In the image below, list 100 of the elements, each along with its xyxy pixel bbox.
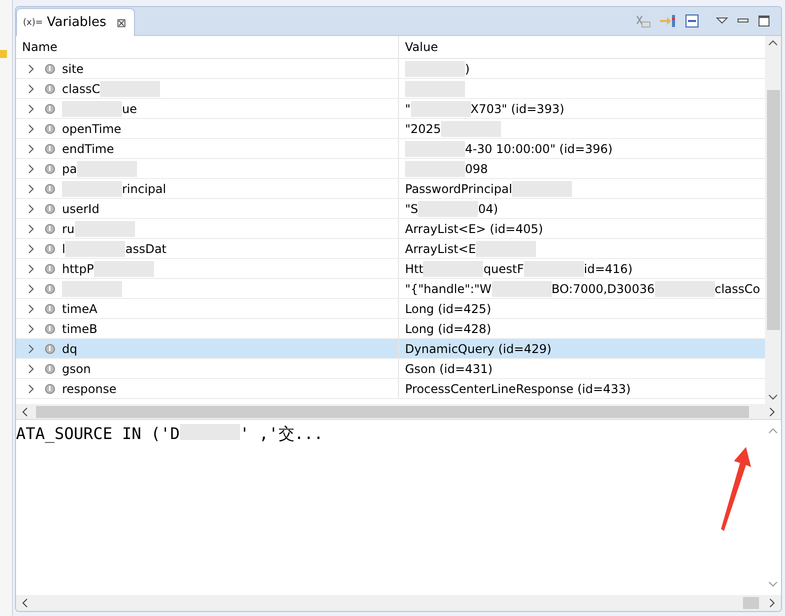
field-icon [44, 102, 56, 114]
scroll-right-icon[interactable] [767, 406, 777, 418]
vertical-scrollbar[interactable] [765, 36, 781, 404]
variable-value: DynamicQuery (id=429) [405, 342, 552, 356]
expand-icon[interactable] [26, 322, 36, 334]
variable-value: ) [465, 62, 470, 76]
variable-row[interactable]: userId "S 04) [16, 199, 765, 219]
field-icon [44, 362, 56, 374]
variable-row[interactable]: classC [16, 79, 765, 99]
variable-row[interactable]: dq DynamicQuery (id=429) [16, 339, 765, 359]
marker-icon [0, 50, 7, 58]
field-icon [44, 322, 56, 334]
variable-row[interactable]: "{"handle":"W BO:7000,D30036 classCo [16, 279, 765, 299]
variable-row[interactable]: response ProcessCenterLineResponse (id=433) [16, 379, 765, 399]
variable-value: Long (id=425) [405, 302, 492, 316]
expand-icon[interactable] [26, 202, 36, 214]
variable-row[interactable]: openTime "2025 [16, 119, 765, 139]
tab-title: Variables [46, 15, 106, 30]
scroll-left-icon[interactable] [20, 406, 30, 418]
variable-row[interactable]: l assDat ArrayList<E [16, 239, 765, 259]
variable-value: classCo [714, 282, 760, 296]
variable-row[interactable]: pa 098 [16, 159, 765, 179]
variable-value: BO:7000,D30036 [552, 282, 655, 296]
horizontal-scrollbar[interactable] [16, 595, 781, 611]
variable-value: ArrayList<E [405, 242, 476, 256]
field-icon [44, 262, 56, 274]
scroll-right-icon[interactable] [767, 597, 777, 609]
scrollbar-thumb[interactable] [743, 597, 759, 609]
expand-icon[interactable] [26, 302, 36, 314]
redaction-blur [405, 60, 465, 76]
variable-value: "S [405, 202, 418, 216]
view-tab[interactable]: (x)= Variables ⊠ [16, 8, 136, 36]
field-icon [44, 242, 56, 254]
variable-name: timeB [62, 322, 98, 336]
variable-name: gson [62, 362, 91, 376]
variable-row[interactable]: timeA Long (id=425) [16, 299, 765, 319]
expand-icon[interactable] [26, 262, 36, 274]
variable-row[interactable]: site ) [16, 59, 765, 79]
field-icon [44, 222, 56, 234]
scroll-left-icon[interactable] [20, 597, 30, 609]
expand-icon[interactable] [26, 122, 36, 134]
variable-value: ProcessCenterLineResponse (id=433) [405, 382, 631, 396]
variable-name: dq [62, 342, 78, 356]
variable-row[interactable]: ue " X703" (id=393) [16, 99, 765, 119]
expand-icon[interactable] [26, 142, 36, 154]
variable-name: openTime [62, 122, 122, 136]
detail-text: ATA_SOURCE IN ('D [16, 424, 180, 443]
variable-row[interactable]: gson Gson (id=431) [16, 359, 765, 379]
variable-name: userId [62, 202, 100, 216]
variable-name: timeA [62, 302, 98, 316]
expand-icon[interactable] [26, 342, 36, 354]
horizontal-scrollbar[interactable] [16, 404, 781, 419]
column-header[interactable]: Value [399, 36, 765, 58]
expand-icon[interactable] [26, 102, 36, 114]
variable-name: classC [62, 82, 100, 96]
maximize-icon[interactable] [757, 14, 771, 28]
variable-name: site [62, 62, 84, 76]
variable-name: endTime [62, 142, 114, 156]
arrow-icon[interactable] [659, 13, 677, 29]
expand-icon[interactable] [26, 362, 36, 374]
field-icon [44, 182, 56, 194]
expand-icon[interactable] [26, 282, 36, 294]
variable-name: rincipal [122, 182, 166, 196]
variable-value: ArrayList<E> (id=405) [405, 222, 544, 236]
expand-icon[interactable] [26, 62, 36, 74]
variable-name: assDat [125, 242, 166, 256]
expand-icon[interactable] [26, 82, 36, 94]
variable-name: ue [122, 102, 137, 116]
variable-value: Htt [405, 262, 424, 276]
close-icon[interactable]: ⊠ [116, 16, 126, 30]
variables-icon: (x)= [23, 18, 43, 28]
variable-value: id=416) [584, 262, 632, 276]
variable-value: "2025 [405, 122, 442, 136]
collapse-icon[interactable] [684, 13, 700, 29]
variable-value: questF [483, 262, 524, 276]
expand-icon[interactable] [26, 382, 36, 394]
variable-name: pa [62, 162, 77, 176]
variable-value: 4-30 10:00:00" (id=396) [465, 142, 613, 156]
expand-icon[interactable] [26, 222, 36, 234]
variable-name: ru [62, 222, 75, 236]
expand-icon[interactable] [26, 162, 36, 174]
detail-text: ' ,'交... [240, 424, 324, 445]
variable-value: 04) [478, 202, 498, 216]
variable-name: httpP [62, 262, 94, 276]
expand-icon[interactable] [26, 182, 36, 194]
field-icon [44, 82, 56, 94]
variable-value: "{"handle":"W [405, 282, 492, 296]
field-icon [44, 342, 56, 354]
column-header[interactable]: Name [16, 36, 399, 58]
variable-value: PasswordPrincipal [405, 182, 512, 196]
field-icon [44, 382, 56, 394]
variable-name: l [62, 242, 66, 256]
variable-row[interactable]: ru ArrayList<E> (id=405) [16, 219, 765, 239]
variable-row[interactable]: httpP Htt questF id=416) [16, 259, 765, 279]
field-icon [44, 202, 56, 214]
field-icon [44, 122, 56, 134]
variable-row[interactable]: endTime 4-30 10:00:00" (id=396) [16, 139, 765, 159]
expand-icon[interactable] [26, 242, 36, 254]
variable-value: Gson (id=431) [405, 362, 493, 376]
variable-row[interactable]: rincipal PasswordPrincipal [16, 179, 765, 199]
